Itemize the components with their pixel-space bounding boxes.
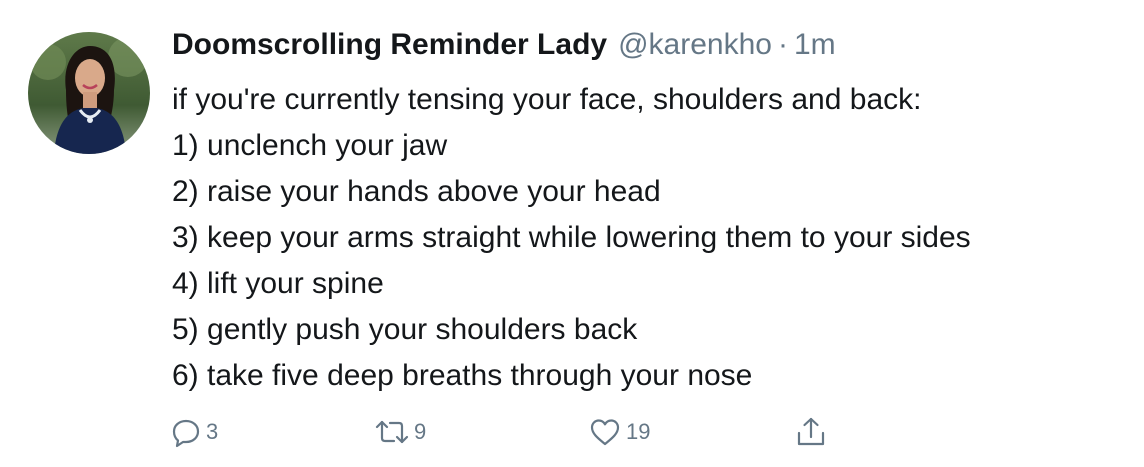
- retweet-count: 9: [414, 419, 427, 444]
- tweet-text-line: 5) gently push your shoulders back: [172, 313, 638, 346]
- retweet-icon: [374, 416, 410, 448]
- reply-count: 3: [206, 419, 219, 444]
- tweet-text-line: 6) take five deep breaths through your n…: [172, 359, 753, 392]
- tweet-text-line: 3) keep your arms straight while lowerin…: [172, 221, 971, 254]
- avatar[interactable]: [28, 32, 150, 154]
- author-name[interactable]: Doomscrolling Reminder Lady: [172, 28, 607, 62]
- heart-icon: [588, 416, 622, 448]
- like-button[interactable]: 19: [588, 412, 650, 452]
- reply-button[interactable]: 3: [170, 412, 218, 452]
- retweet-button[interactable]: 9: [374, 412, 426, 452]
- share-icon: [794, 415, 828, 449]
- share-button[interactable]: [794, 412, 828, 452]
- tweet-text-line: if you're currently tensing your face, s…: [172, 83, 922, 116]
- tweet-body: if you're currently tensing your face, s…: [172, 77, 1132, 399]
- tweet[interactable]: Doomscrolling Reminder Lady @karenkho · …: [0, 0, 1144, 467]
- tweet-timestamp[interactable]: 1m: [794, 28, 836, 62]
- reply-icon: [170, 416, 202, 448]
- tweet-text-line: 4) lift your spine: [172, 267, 384, 300]
- tweet-text-line: 2) raise your hands above your head: [172, 175, 661, 208]
- tweet-header: Doomscrolling Reminder Lady @karenkho · …: [172, 28, 836, 68]
- author-handle[interactable]: @karenkho: [618, 28, 772, 62]
- tweet-text-line: 1) unclench your jaw: [172, 129, 448, 162]
- tweet-actions: 3 9 19: [170, 412, 870, 452]
- separator-dot: ·: [777, 28, 788, 61]
- like-count: 19: [626, 419, 651, 444]
